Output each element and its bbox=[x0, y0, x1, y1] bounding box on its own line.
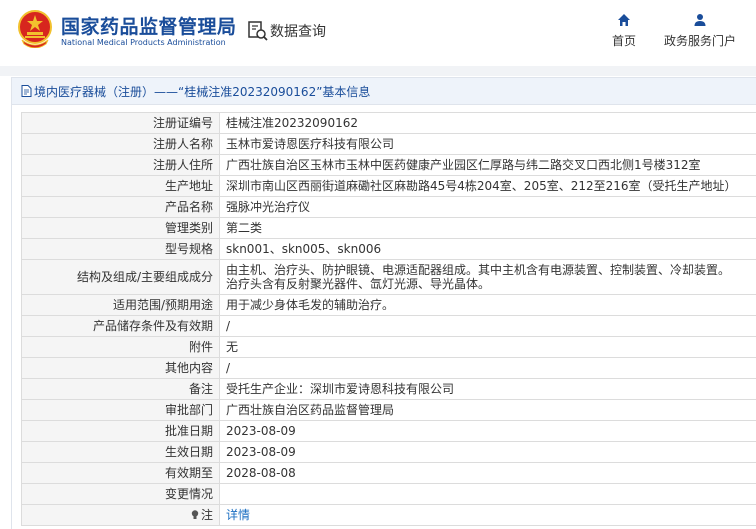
table-row: 产品储存条件及有效期 / bbox=[21, 315, 756, 337]
table-row: 批准日期 2023-08-09 bbox=[21, 420, 756, 442]
row-label: 有效期至 bbox=[21, 462, 220, 484]
table-row: 型号规格 skn001、skn005、skn006 bbox=[21, 238, 756, 260]
row-label: 批准日期 bbox=[21, 420, 220, 442]
row-label: 注册人名称 bbox=[21, 133, 220, 155]
row-value: 玉林市爱诗恩医疗科技有限公司 bbox=[219, 133, 756, 155]
row-value: 2028-08-08 bbox=[219, 462, 756, 484]
detail-table: 注册证编号 桂械注准20232090162 注册人名称 玉林市爱诗恩医疗科技有限… bbox=[21, 112, 756, 526]
row-value: 2023-08-09 bbox=[219, 441, 756, 463]
nav-home-label: 首页 bbox=[611, 34, 636, 48]
row-label: 附件 bbox=[21, 336, 220, 358]
site-header: 国家药品监督管理局 National Medical Products Admi… bbox=[0, 0, 756, 66]
row-label: 注册证编号 bbox=[21, 112, 220, 134]
table-row: 产品名称 强脉冲光治疗仪 bbox=[21, 196, 756, 218]
row-value: 由主机、治疗头、防护眼镜、电源适配器组成。其中主机含有电源装置、控制装置、冷却装… bbox=[219, 259, 756, 295]
home-icon bbox=[618, 14, 630, 26]
row-label: 其他内容 bbox=[21, 357, 220, 379]
national-emblem-icon bbox=[18, 10, 52, 48]
row-value bbox=[219, 483, 756, 505]
panel-title: 境内医疗器械（注册）——“桂械注准20232090162”基本信息 bbox=[34, 84, 371, 99]
table-row: 审批部门 广西壮族自治区药品监督管理局 bbox=[21, 399, 756, 421]
row-value: 第二类 bbox=[219, 217, 756, 239]
table-row: 其他内容 / bbox=[21, 357, 756, 379]
row-label: 备注 bbox=[21, 378, 220, 400]
row-value: 详情 bbox=[219, 504, 756, 526]
row-label: 结构及组成/主要组成成分 bbox=[21, 259, 220, 295]
table-row: 注册证编号 桂械注准20232090162 bbox=[21, 112, 756, 134]
table-row: 管理类别 第二类 bbox=[21, 217, 756, 239]
table-row: 结构及组成/主要组成成分 由主机、治疗头、防护眼镜、电源适配器组成。其中主机含有… bbox=[21, 259, 756, 295]
details-link[interactable]: 详情 bbox=[226, 508, 250, 522]
nav-service-portal-label: 政务服务门户 bbox=[663, 34, 736, 48]
panel-header: 境内医疗器械（注册）——“桂械注准20232090162”基本信息 bbox=[12, 78, 756, 105]
row-value: 深圳市南山区西丽街道麻磡社区麻勘路45号4栋204室、205室、212至216室… bbox=[219, 175, 756, 197]
row-label: 生产地址 bbox=[21, 175, 220, 197]
row-value-line: 由主机、治疗头、防护眼镜、电源适配器组成。其中主机含有电源装置、控制装置、冷却装… bbox=[226, 263, 731, 277]
site-subtitle: National Medical Products Administration bbox=[61, 38, 226, 47]
table-row: 适用范围/预期用途 用于减少身体毛发的辅助治疗。 bbox=[21, 294, 756, 316]
row-value: / bbox=[219, 357, 756, 379]
row-label-note: 注 bbox=[21, 504, 220, 526]
table-row: 注 详情 bbox=[21, 504, 756, 526]
table-row: 生效日期 2023-08-09 bbox=[21, 441, 756, 463]
row-value: 广西壮族自治区玉林市玉林中医药健康产业园区仁厚路与纬二路交叉口西北侧1号楼312… bbox=[219, 154, 756, 176]
row-value: 用于减少身体毛发的辅助治疗。 bbox=[219, 294, 756, 316]
row-label: 型号规格 bbox=[21, 238, 220, 260]
row-value: skn001、skn005、skn006 bbox=[219, 238, 756, 260]
nav-service-portal[interactable]: 政务服务门户 bbox=[660, 13, 740, 49]
row-label: 产品储存条件及有效期 bbox=[21, 315, 220, 337]
row-label: 适用范围/预期用途 bbox=[21, 294, 220, 316]
row-label: 产品名称 bbox=[21, 196, 220, 218]
header-divider-band bbox=[0, 66, 756, 76]
user-icon bbox=[694, 14, 706, 26]
table-row: 生产地址 深圳市南山区西丽街道麻磡社区麻勘路45号4栋204室、205室、212… bbox=[21, 175, 756, 197]
row-value: 广西壮族自治区药品监督管理局 bbox=[219, 399, 756, 421]
nav-home[interactable]: 首页 bbox=[606, 13, 642, 49]
row-label: 变更情况 bbox=[21, 483, 220, 505]
table-row: 注册人住所 广西壮族自治区玉林市玉林中医药健康产业园区仁厚路与纬二路交叉口西北侧… bbox=[21, 154, 756, 176]
row-value: / bbox=[219, 315, 756, 337]
lightbulb-icon bbox=[191, 510, 199, 519]
detail-panel: 境内医疗器械（注册）——“桂械注准20232090162”基本信息 注册证编号 … bbox=[11, 77, 756, 529]
row-value: 无 bbox=[219, 336, 756, 358]
row-label: 审批部门 bbox=[21, 399, 220, 421]
row-value-line: 治疗头含有反射聚光器件、氙灯光源、导光晶体。 bbox=[226, 277, 491, 291]
table-row: 备注 受托生产企业：深圳市爱诗恩科技有限公司 bbox=[21, 378, 756, 400]
data-query-icon[interactable] bbox=[247, 20, 269, 42]
data-query-link[interactable]: 数据查询 bbox=[270, 21, 326, 41]
table-row: 注册人名称 玉林市爱诗恩医疗科技有限公司 bbox=[21, 133, 756, 155]
row-value: 桂械注准20232090162 bbox=[219, 112, 756, 134]
table-row: 变更情况 bbox=[21, 483, 756, 505]
site-title: 国家药品监督管理局 bbox=[61, 16, 237, 38]
row-value: 强脉冲光治疗仪 bbox=[219, 196, 756, 218]
row-label-note-text: 注 bbox=[200, 508, 213, 522]
row-value: 受托生产企业：深圳市爱诗恩科技有限公司 bbox=[219, 378, 756, 400]
document-icon bbox=[21, 85, 32, 97]
table-row: 附件 无 bbox=[21, 336, 756, 358]
row-label: 生效日期 bbox=[21, 441, 220, 463]
row-label: 注册人住所 bbox=[21, 154, 220, 176]
row-value: 2023-08-09 bbox=[219, 420, 756, 442]
table-row: 有效期至 2028-08-08 bbox=[21, 462, 756, 484]
row-label: 管理类别 bbox=[21, 217, 220, 239]
